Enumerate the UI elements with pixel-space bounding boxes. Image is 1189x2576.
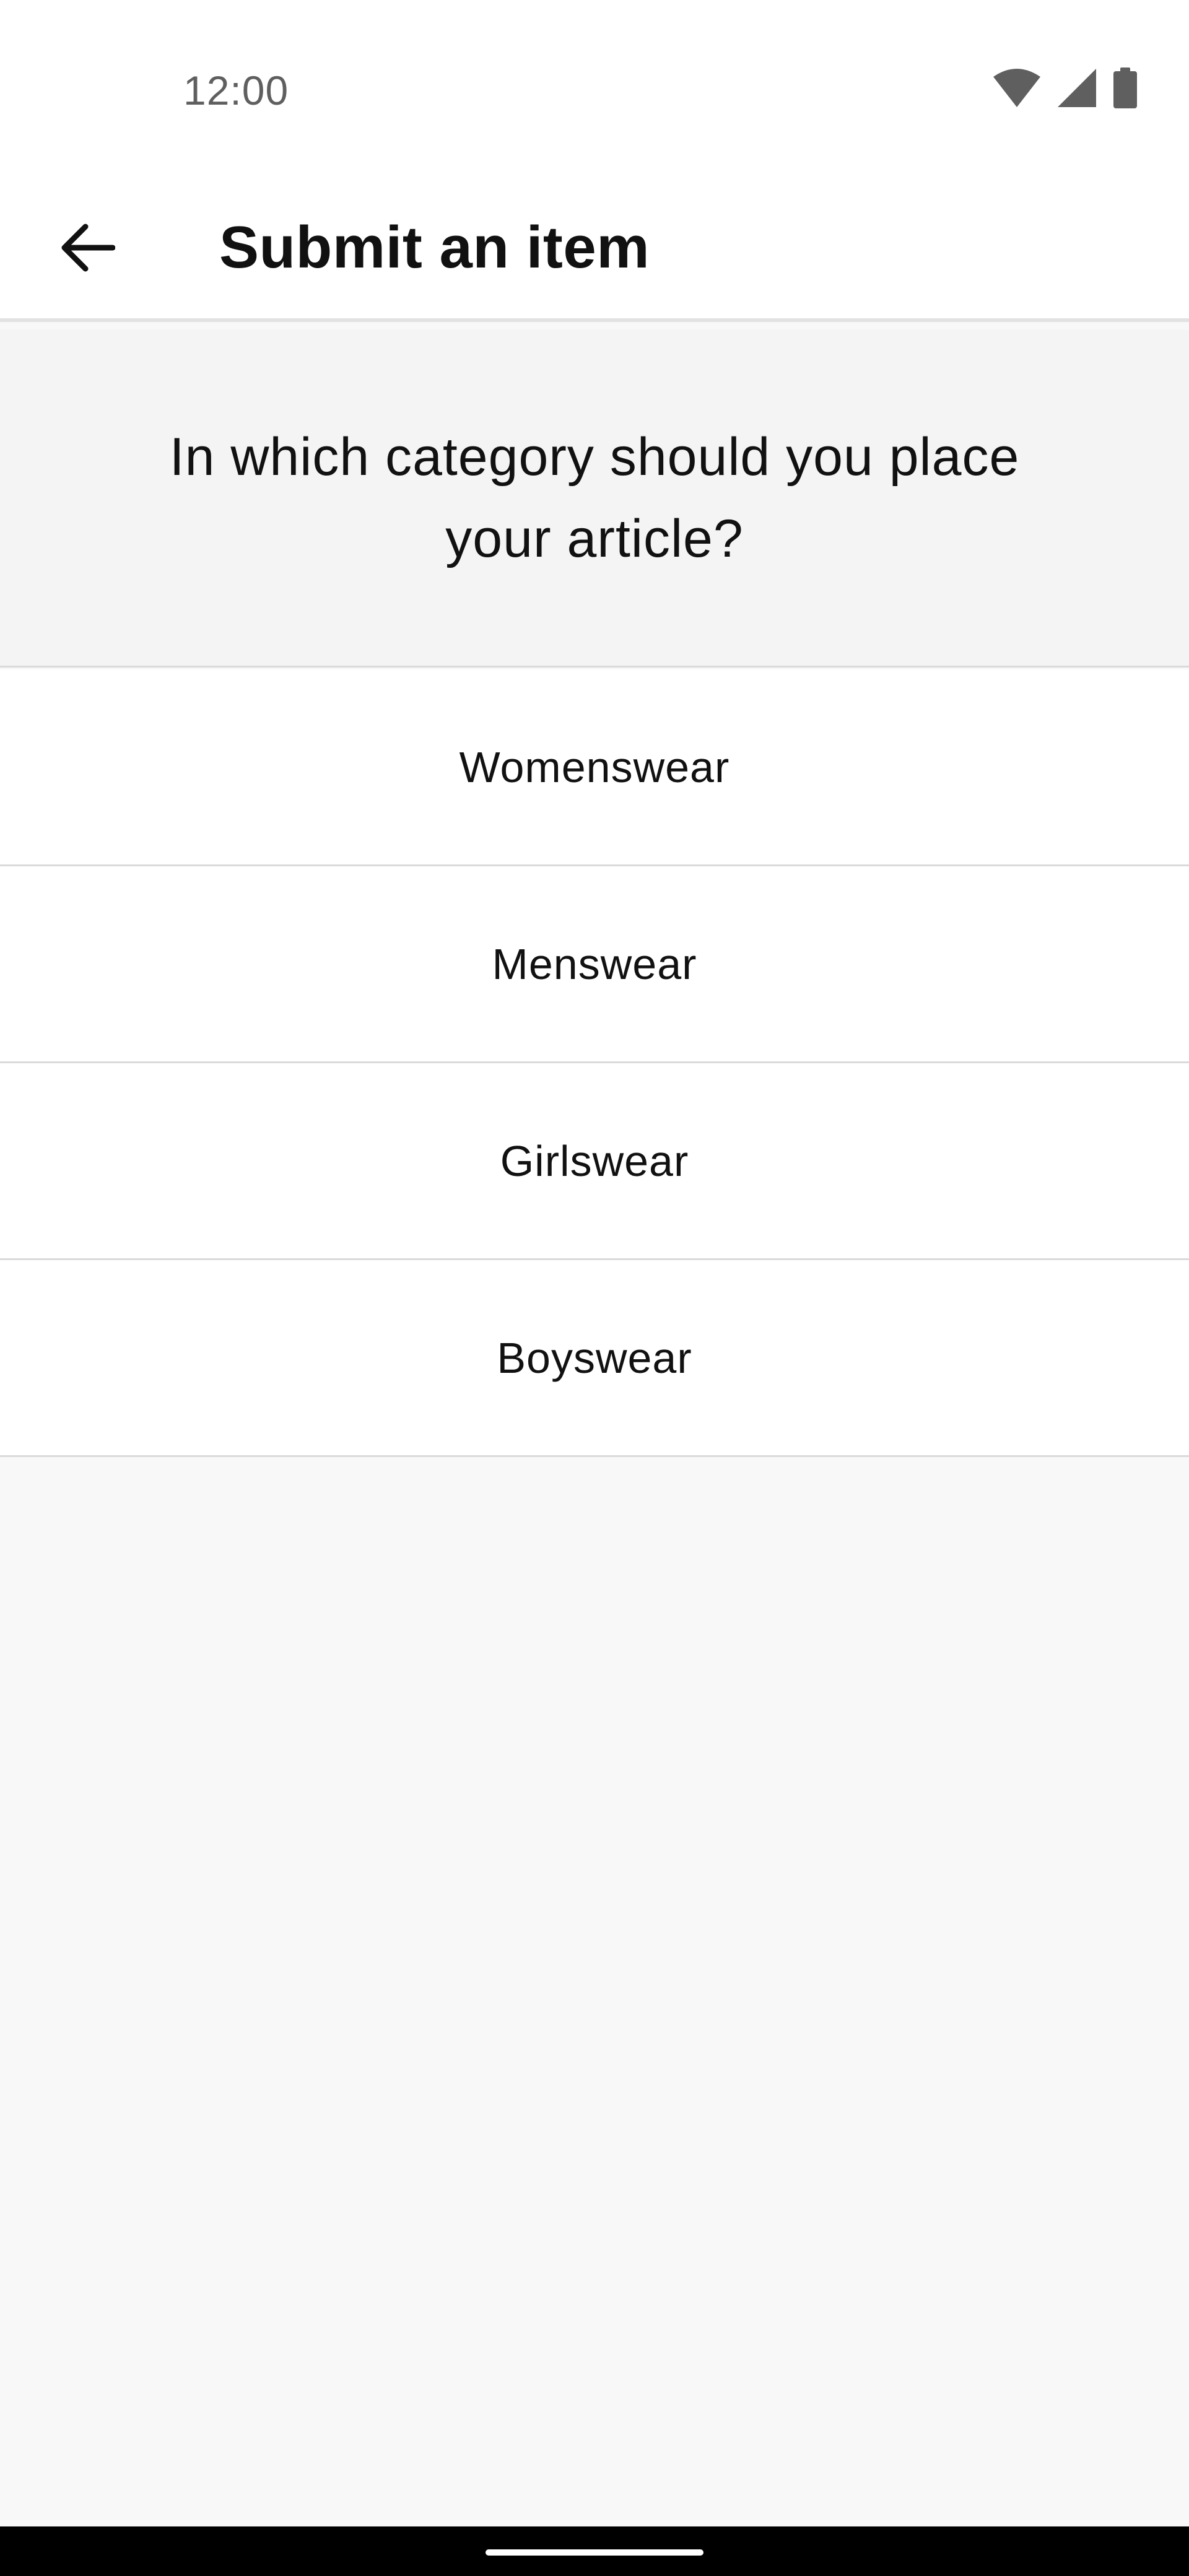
category-list: Womenswear Menswear Girlswear Boyswear	[0, 669, 1189, 1457]
category-item-boyswear[interactable]: Boyswear	[0, 1260, 1189, 1457]
status-bar: 12:00	[0, 0, 1189, 178]
wifi-icon	[993, 68, 1040, 110]
question-text: In which category should you place your …	[169, 427, 1020, 568]
app-bar: Submit an item	[0, 178, 1189, 322]
battery-icon	[1113, 67, 1137, 111]
question-panel: In which category should you place your …	[0, 329, 1189, 668]
category-item-womenswear[interactable]: Womenswear	[0, 669, 1189, 866]
home-indicator[interactable]	[486, 2549, 703, 2556]
page-title: Submit an item	[219, 214, 650, 281]
status-icons	[993, 64, 1137, 114]
status-time: 12:00	[183, 67, 289, 113]
category-item-girlswear[interactable]: Girlswear	[0, 1063, 1189, 1260]
category-item-menswear[interactable]: Menswear	[0, 866, 1189, 1063]
system-nav-bar	[0, 2526, 1189, 2576]
cell-signal-icon	[1058, 68, 1096, 110]
arrow-left-icon	[58, 223, 116, 276]
back-button[interactable]	[37, 199, 136, 298]
